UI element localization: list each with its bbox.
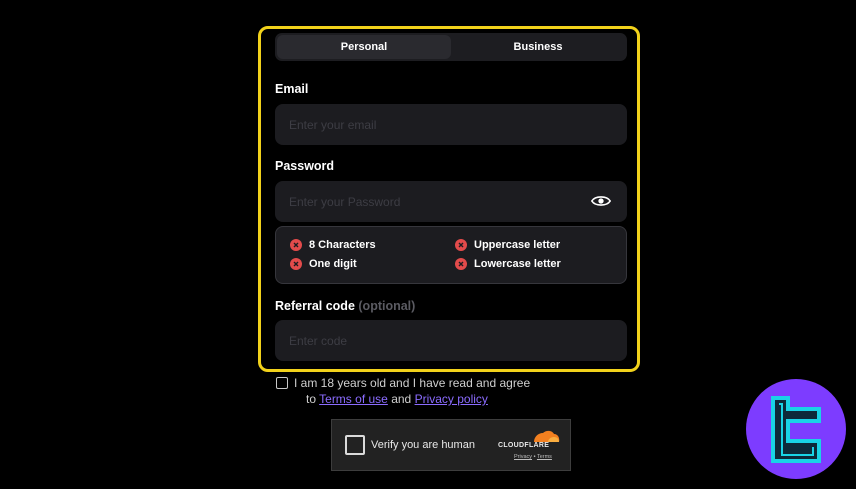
agreement-and: and (391, 392, 412, 406)
password-rules: 8 Characters Uppercase letter One digit … (275, 226, 627, 284)
captcha-terms-link[interactable]: Terms (537, 454, 552, 460)
eye-icon[interactable] (591, 193, 611, 209)
rule-lowercase: Lowercase letter (455, 258, 561, 270)
rule-label: Uppercase letter (474, 239, 561, 251)
terms-of-use-link[interactable]: Terms of use (319, 392, 388, 406)
rule-label: 8 Characters (309, 239, 376, 251)
x-circle-icon (455, 239, 467, 251)
referral-label: Referral code (optional) (275, 299, 415, 313)
privacy-policy-link[interactable]: Privacy policy (415, 392, 488, 406)
captcha-checkbox[interactable] (345, 435, 365, 455)
tab-personal[interactable]: Personal (277, 35, 451, 59)
referral-label-text: Referral code (275, 299, 355, 313)
x-circle-icon (290, 239, 302, 251)
brand-logo-icon (771, 396, 821, 463)
rule-one-digit: One digit (290, 258, 357, 270)
agreement-to: to (306, 392, 317, 406)
password-label: Password (275, 159, 335, 173)
x-circle-icon (455, 258, 467, 270)
email-input[interactable] (275, 104, 627, 145)
captcha-label: Verify you are human (371, 439, 475, 451)
referral-optional: (optional) (358, 299, 416, 313)
rule-label: Lowercase letter (474, 258, 561, 270)
captcha-links: Privacy • Terms (514, 454, 552, 460)
password-input[interactable] (275, 181, 627, 222)
captcha-privacy-link[interactable]: Privacy (514, 454, 532, 460)
agreement-text: I am 18 years old and I have read and ag… (294, 375, 530, 407)
email-label: Email (275, 82, 309, 96)
rule-label: One digit (309, 258, 357, 270)
rule-8-characters: 8 Characters (290, 239, 376, 251)
cloudflare-logo-icon (534, 430, 560, 442)
agreement-checkbox[interactable] (276, 377, 288, 389)
account-type-tabs: Personal Business (275, 33, 627, 61)
brand-badge (746, 379, 846, 479)
tab-business[interactable]: Business (451, 35, 625, 59)
agreement-row: I am 18 years old and I have read and ag… (276, 375, 530, 407)
rule-uppercase: Uppercase letter (455, 239, 560, 251)
x-circle-icon (290, 258, 302, 270)
agreement-line1: I am 18 years old and I have read and ag… (294, 376, 531, 390)
cloudflare-brand: CLOUDFLARE (498, 442, 550, 449)
referral-input[interactable] (275, 320, 627, 361)
captcha-separator: • (533, 454, 536, 460)
captcha-widget: Verify you are human CLOUDFLARE Privacy … (331, 419, 571, 471)
